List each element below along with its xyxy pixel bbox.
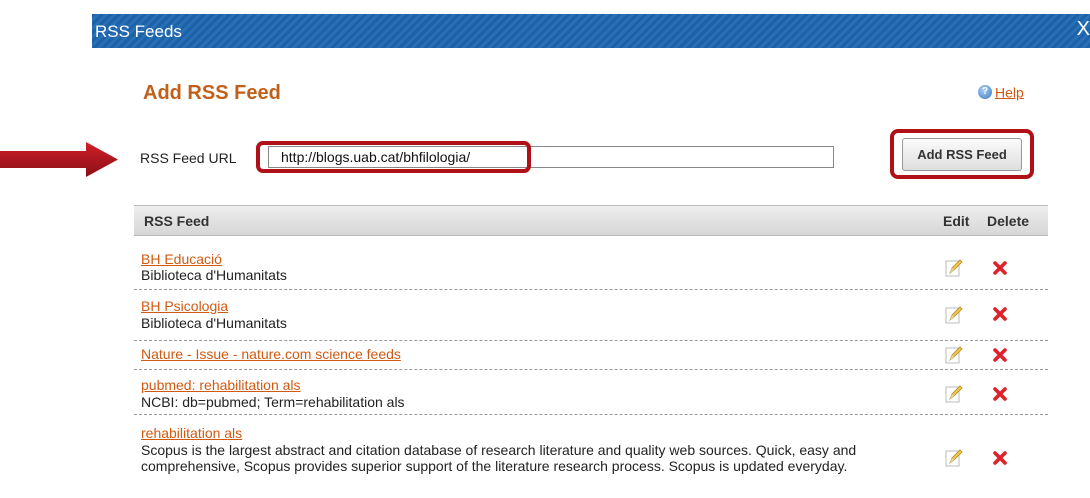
help-link-group[interactable]: ? Help bbox=[978, 83, 1024, 100]
table-row: BH Psicologia Biblioteca d'Humanitats bbox=[134, 289, 1048, 341]
red-x-icon[interactable] bbox=[992, 260, 1008, 276]
feed-title-link[interactable]: rehabilitation als bbox=[141, 425, 242, 441]
table-row: Nature - Issue - nature.com science feed… bbox=[134, 340, 1048, 370]
help-link[interactable]: Help bbox=[995, 84, 1024, 100]
arrow-right-icon bbox=[0, 142, 118, 177]
pencil-icon[interactable] bbox=[944, 258, 964, 278]
table-row: BH Educació Biblioteca d'Humanitats bbox=[134, 249, 1048, 290]
feed-description: NCBI: db=pubmed; Term=rehabilitation als bbox=[141, 394, 405, 410]
table-row: rehabilitation als Scopus is the largest… bbox=[134, 414, 1048, 496]
red-x-icon[interactable] bbox=[992, 386, 1008, 402]
feed-title-link[interactable]: BH Psicologia bbox=[141, 298, 228, 314]
feed-description: Biblioteca d'Humanitats bbox=[141, 315, 287, 331]
feed-title-link[interactable]: Nature - Issue - nature.com science feed… bbox=[141, 346, 401, 362]
pencil-icon[interactable] bbox=[944, 448, 964, 468]
dialog-titlebar: RSS Feeds X bbox=[92, 14, 1090, 48]
rss-url-label: RSS Feed URL bbox=[140, 150, 237, 166]
pencil-icon[interactable] bbox=[944, 384, 964, 404]
feed-description: Biblioteca d'Humanitats bbox=[141, 267, 287, 283]
add-rss-feed-button[interactable]: Add RSS Feed bbox=[902, 138, 1022, 171]
help-circle-icon[interactable]: ? bbox=[978, 85, 992, 100]
pencil-icon[interactable] bbox=[944, 345, 964, 365]
dialog-title: RSS Feeds bbox=[95, 22, 182, 41]
red-x-icon[interactable] bbox=[992, 347, 1008, 363]
column-header-edit: Edit bbox=[943, 213, 970, 229]
red-x-icon[interactable] bbox=[992, 450, 1008, 466]
feed-title-link[interactable]: pubmed: rehabilitation als bbox=[141, 377, 301, 393]
red-x-icon[interactable] bbox=[992, 306, 1008, 322]
rss-url-input[interactable] bbox=[268, 146, 834, 168]
column-header-delete: Delete bbox=[987, 213, 1030, 229]
feed-description: Scopus is the largest abstract and citat… bbox=[141, 442, 857, 474]
column-header-feed: RSS Feed bbox=[144, 213, 210, 229]
table-header: RSS Feed Edit Delete bbox=[134, 205, 1048, 236]
close-icon[interactable]: X bbox=[1077, 18, 1090, 41]
table-row: pubmed: rehabilitation als NCBI: db=pubm… bbox=[134, 369, 1048, 415]
pencil-icon[interactable] bbox=[944, 305, 964, 325]
page-title: Add RSS Feed bbox=[143, 82, 281, 104]
feed-title-link[interactable]: BH Educació bbox=[141, 251, 222, 267]
